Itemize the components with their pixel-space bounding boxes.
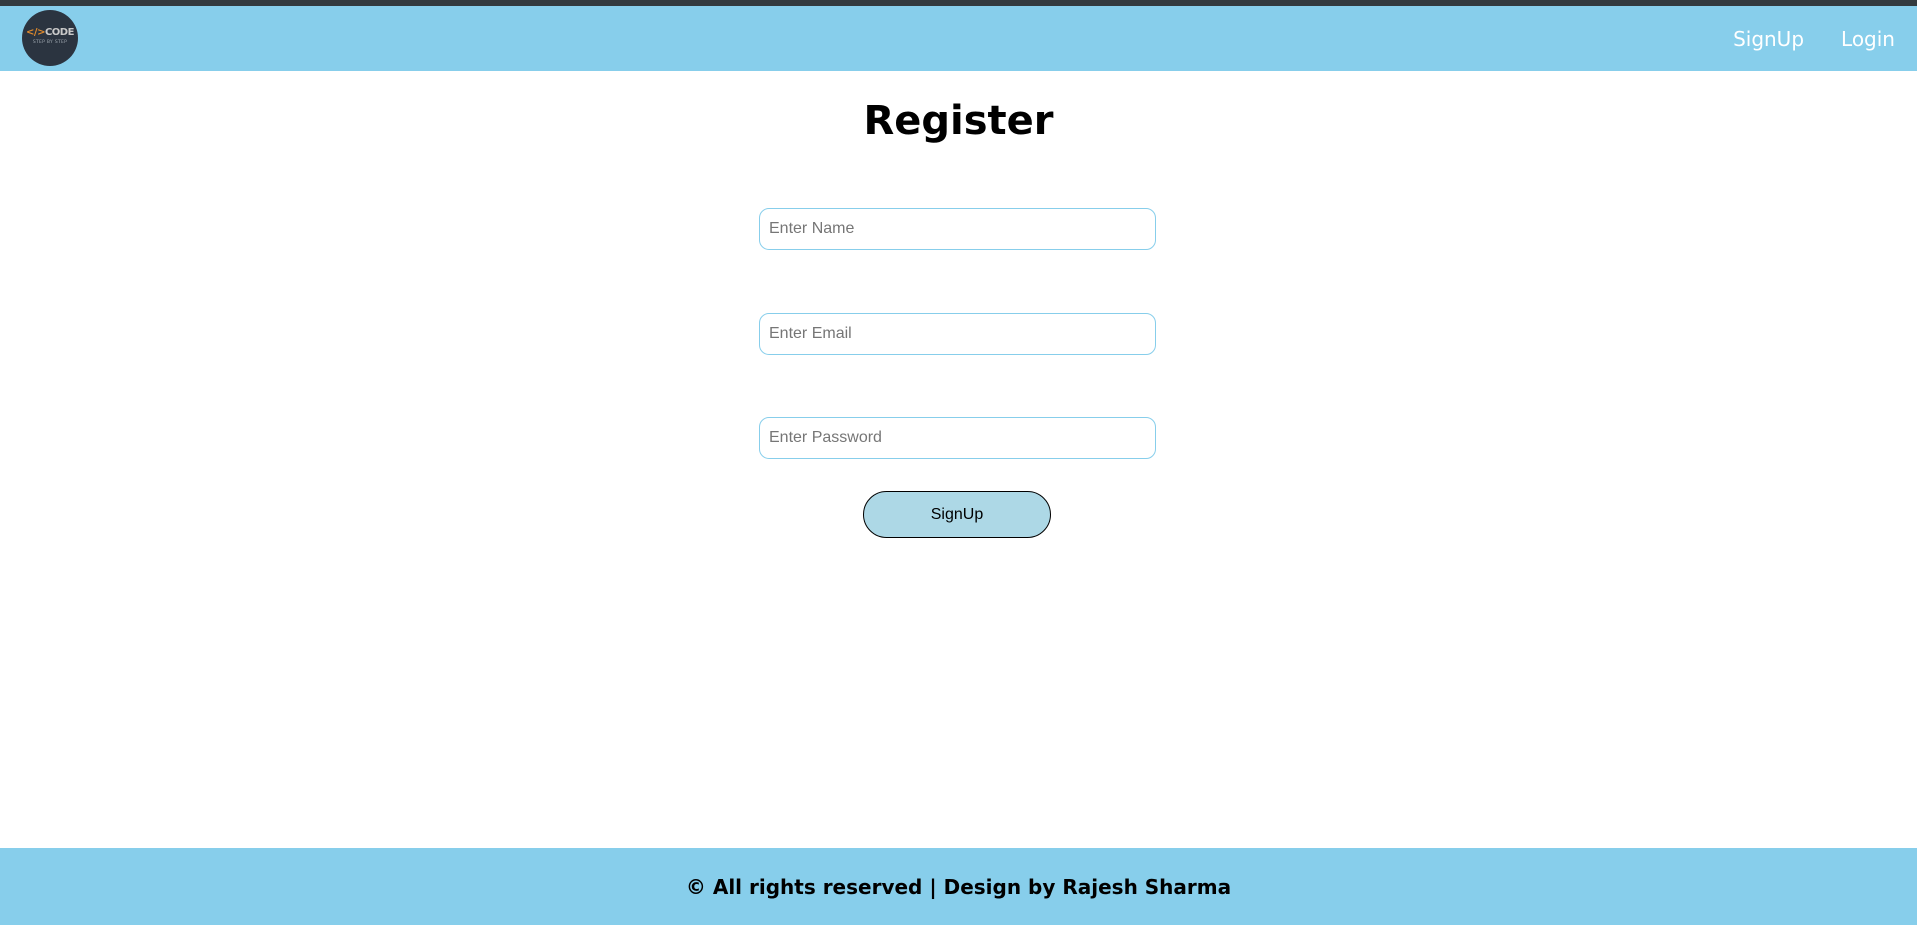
footer: © All rights reserved | Design by Rajesh…: [0, 848, 1917, 925]
logo-subtext: STEP BY STEP: [32, 40, 68, 45]
footer-text: © All rights reserved | Design by Rajesh…: [685, 874, 1232, 899]
page-title: Register: [863, 98, 1054, 144]
signup-button[interactable]: SignUp: [863, 491, 1051, 538]
name-field[interactable]: [759, 208, 1156, 250]
navbar: </>CODE STEP BY STEP SignUp Login: [0, 6, 1917, 71]
nav-link-login[interactable]: Login: [1841, 27, 1895, 51]
logo[interactable]: </>CODE STEP BY STEP: [22, 10, 78, 66]
nav-links: SignUp Login: [1696, 6, 1895, 71]
email-field[interactable]: [759, 313, 1156, 355]
nav-link-signup[interactable]: SignUp: [1733, 27, 1804, 51]
password-field[interactable]: [759, 417, 1156, 459]
logo-text: </>CODE: [26, 27, 74, 38]
